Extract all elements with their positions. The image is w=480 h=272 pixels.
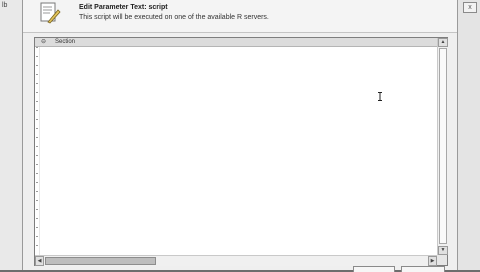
background-window-left: lb [0,0,22,270]
ok-button[interactable] [353,266,395,272]
line-number-gutter [35,47,40,255]
cancel-button[interactable] [401,266,445,272]
dialog-header: Edit Parameter Text: script This script … [23,0,457,33]
editor-fold-bar[interactable]: ⊖ Section [35,38,437,47]
dialog-title: Edit Parameter Text: script [79,4,168,11]
dialog-title-param: script [148,4,168,11]
script-editor[interactable]: ⊖ Section ▲ ▼ ◀ ▶ [34,37,448,266]
fold-section-label: Section [55,39,76,45]
fold-collapse-icon[interactable]: ⊖ [41,38,46,46]
dialog-title-prefix: Edit Parameter Text: [79,4,149,11]
scroll-right-arrow-icon[interactable]: ▶ [428,256,437,266]
text-cursor-icon [378,92,382,101]
background-window-right: x [458,0,480,270]
vertical-scroll-thumb[interactable] [439,48,447,244]
horizontal-scroll-thumb[interactable] [45,257,156,265]
edit-parameter-dialog: Edit Parameter Text: script This script … [22,0,458,272]
background-close-button[interactable]: x [463,2,477,13]
scroll-left-arrow-icon[interactable]: ◀ [35,256,44,266]
horizontal-scrollbar[interactable]: ◀ ▶ [35,255,437,266]
script-text-area[interactable] [41,47,436,255]
scrollbar-corner [437,255,447,265]
vertical-scrollbar[interactable]: ▲ ▼ [437,38,448,255]
background-window-label: lb [2,2,8,9]
dialog-subtitle: This script will be executed on one of t… [79,14,269,21]
scroll-down-arrow-icon[interactable]: ▼ [438,246,448,255]
scroll-up-arrow-icon[interactable]: ▲ [438,38,448,47]
edit-document-icon [40,2,61,24]
